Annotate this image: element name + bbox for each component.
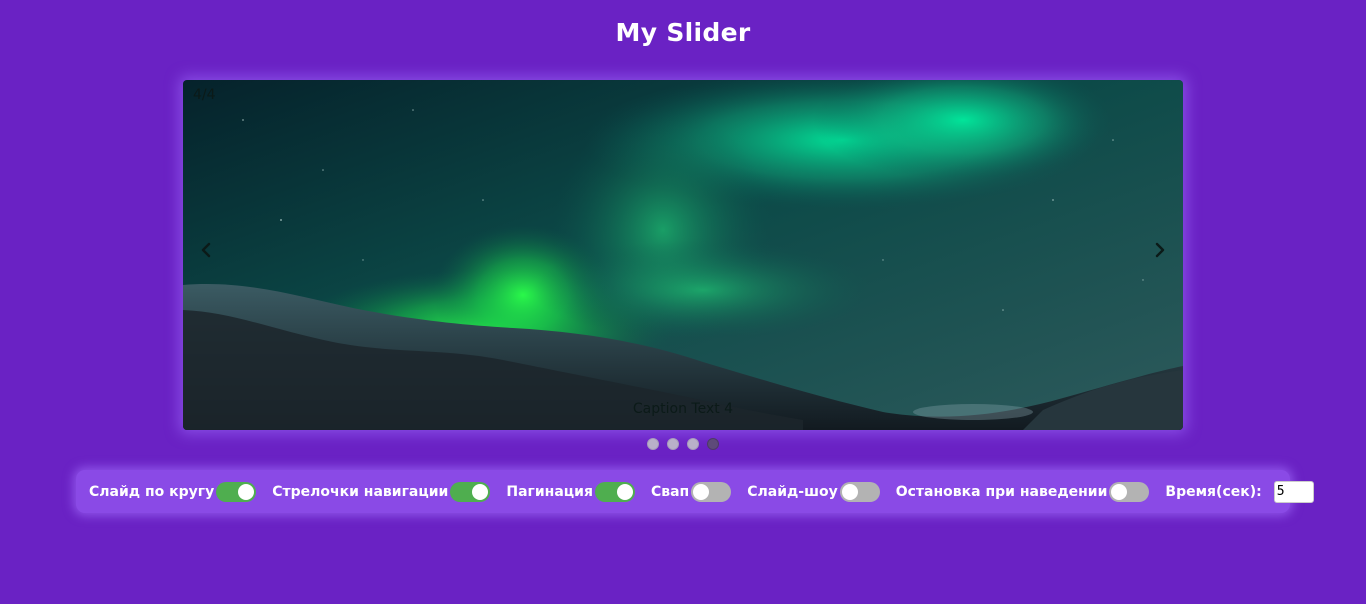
slideshow-toggle[interactable] [839, 481, 880, 502]
slide-image [183, 80, 1183, 430]
toggle-knob [1111, 483, 1128, 500]
slide-counter: 4/4 [193, 87, 216, 103]
pagination-toggle[interactable] [594, 481, 635, 502]
pause-on-hover-toggle[interactable] [1109, 481, 1150, 502]
arrows-toggle[interactable] [450, 481, 491, 502]
arrows-label: Стрелочки навигации [272, 483, 449, 500]
time-label: Время(сек): [1165, 483, 1262, 500]
settings-panel: Слайд по кругу Стрелочки навигации Пагин… [76, 470, 1314, 513]
pagination-control: Пагинация [506, 481, 635, 502]
toggle-knob [693, 483, 710, 500]
time-control: Время(сек): [1165, 480, 1314, 503]
slide-caption: Caption Text 4 [632, 401, 734, 417]
slideshow-control: Слайд-шоу [747, 481, 880, 502]
aurora-landscape-image [183, 80, 1183, 430]
swipe-control: Свап [650, 481, 732, 502]
pagination-dot-4[interactable] [707, 438, 719, 450]
chevron-left-icon [201, 242, 211, 258]
time-input[interactable] [1273, 480, 1314, 503]
loop-control: Слайд по кругу [89, 481, 257, 502]
slideshow-label: Слайд-шоу [747, 483, 838, 500]
pagination-dot-1[interactable] [647, 438, 659, 450]
next-arrow-button[interactable] [1149, 239, 1171, 261]
pagination [0, 438, 1366, 450]
arrows-control: Стрелочки навигации [272, 481, 491, 502]
pagination-label: Пагинация [506, 483, 593, 500]
slider[interactable]: 4/4 Caption Text 4 [183, 80, 1183, 430]
toggle-knob [841, 483, 858, 500]
toggle-knob [238, 483, 255, 500]
loop-toggle[interactable] [216, 481, 257, 502]
toggle-knob [472, 483, 489, 500]
loop-label: Слайд по кругу [89, 483, 215, 500]
pause-on-hover-label: Остановка при наведении [895, 483, 1108, 500]
pause-on-hover-control: Остановка при наведении [895, 481, 1150, 502]
page-title: My Slider [615, 18, 751, 47]
swipe-label: Свап [650, 483, 690, 500]
pagination-dot-2[interactable] [667, 438, 679, 450]
chevron-right-icon [1155, 242, 1165, 258]
toggle-knob [616, 483, 633, 500]
pagination-dot-3[interactable] [687, 438, 699, 450]
swipe-toggle[interactable] [691, 481, 732, 502]
prev-arrow-button[interactable] [195, 239, 217, 261]
